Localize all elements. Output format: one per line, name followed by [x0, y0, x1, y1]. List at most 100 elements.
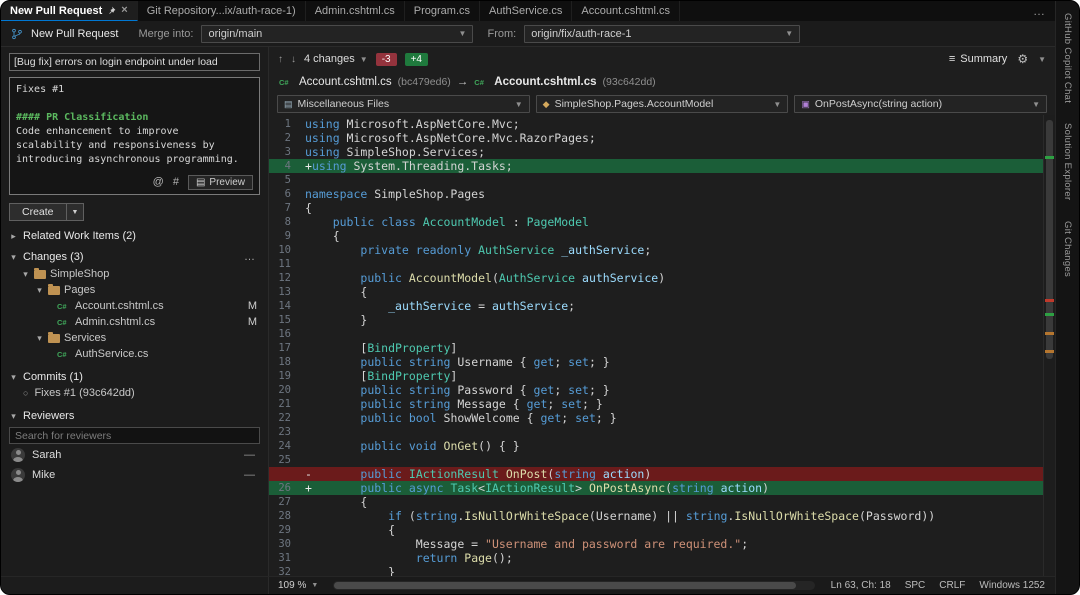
tab-program-cs[interactable]: Program.cs [405, 1, 480, 21]
code-line[interactable]: 13 { [269, 285, 1043, 299]
code-line[interactable]: 21 public string Message { get; set; } [269, 397, 1043, 411]
tab-account-cshtml-cs[interactable]: Account.cshtml.cs [572, 1, 680, 21]
code-line[interactable]: 8 public class AccountModel : PageModel [269, 215, 1043, 229]
editor-scrollbar[interactable] [1043, 115, 1055, 576]
code-line[interactable]: 2using Microsoft.AspNetCore.Mvc.RazorPag… [269, 131, 1043, 145]
encoding-indicator[interactable]: Windows 1252 [979, 580, 1045, 591]
section-reviewers[interactable]: ▾ Reviewers [9, 410, 260, 422]
create-button[interactable]: Create [9, 203, 67, 221]
chevron-down-icon[interactable]: ▼ [1038, 55, 1046, 64]
csharp-file-icon: C# [57, 302, 71, 311]
pin-icon[interactable] [107, 6, 116, 15]
chevron-down-icon: ▾ [9, 252, 18, 263]
code-line[interactable]: 18 public string Username { get; set; } [269, 355, 1043, 369]
code-lines[interactable]: 1using Microsoft.AspNetCore.Mvc;2using M… [269, 115, 1043, 576]
tool-tab-git-changes[interactable]: Git Changes [1062, 221, 1073, 277]
code-line[interactable]: 1using Microsoft.AspNetCore.Mvc; [269, 117, 1043, 131]
from-dropdown[interactable]: origin/fix/auth-race-1 ▼ [524, 25, 800, 43]
remove-reviewer-button[interactable]: — [244, 469, 260, 481]
next-change-icon[interactable]: ↓ [291, 54, 296, 65]
tab-admin-cshtml-cs[interactable]: Admin.cshtml.cs [306, 1, 405, 21]
code-line-added[interactable]: 26+ public async Task<IActionResult> OnP… [269, 481, 1043, 495]
previous-change-icon[interactable]: ↑ [278, 54, 283, 65]
changes-dropdown[interactable]: 4 changes ▼ [304, 53, 368, 65]
tab-overflow-button[interactable]: … [1023, 1, 1055, 21]
code-line[interactable]: 14 _authService = authService; [269, 299, 1043, 313]
horizontal-scrollbar-thumb[interactable] [334, 582, 796, 589]
horizontal-scrollbar[interactable] [333, 581, 814, 590]
code-line[interactable]: 30 Message = "Username and password are … [269, 537, 1043, 551]
line-number: 25 [269, 453, 305, 467]
tab-authservice-cs[interactable]: AuthService.cs [480, 1, 572, 21]
code-line[interactable]: 25 [269, 453, 1043, 467]
code-line[interactable]: 23 [269, 425, 1043, 439]
code-line[interactable]: 5 [269, 173, 1043, 187]
tool-tab-github-copilot-chat[interactable]: GitHub Copilot Chat [1062, 13, 1073, 103]
summary-button[interactable]: ≡ Summary [949, 53, 1007, 65]
chevron-down-icon: ▼ [1032, 100, 1040, 109]
code-line[interactable]: 6namespace SimpleShop.Pages [269, 187, 1043, 201]
section-changes[interactable]: ▾ Changes (3) … [9, 251, 260, 263]
reviewer-row-sarah[interactable]: Sarah — [9, 446, 260, 464]
code-line[interactable]: 17 [BindProperty] [269, 341, 1043, 355]
code-line[interactable]: 11 [269, 257, 1043, 271]
code-line[interactable]: 15 } [269, 313, 1043, 327]
cursor-position-indicator[interactable]: Ln 63, Ch: 18 [831, 580, 891, 591]
tab-git-repository[interactable]: Git Repository...ix/auth-race-1) [138, 1, 306, 21]
code-line[interactable]: 22 public bool ShowWelcome { get; set; } [269, 411, 1043, 425]
code-line-added[interactable]: 4+using System.Threading.Tasks; [269, 159, 1043, 173]
code-text: public string Username { get; set; } [305, 355, 610, 369]
changes-menu-button[interactable]: … [244, 251, 260, 263]
tree-item-pages[interactable]: ▾ Pages [9, 282, 260, 298]
section-commits[interactable]: ▾ Commits (1) [9, 371, 260, 383]
code-text: public void OnGet() { } [305, 439, 520, 453]
code-line[interactable]: 16 [269, 327, 1043, 341]
tab-label: Git Repository...ix/auth-race-1) [147, 5, 296, 17]
code-line[interactable]: 10 private readonly AuthService _authSer… [269, 243, 1043, 257]
zoom-control[interactable]: 109 % ▼ [269, 580, 327, 591]
remove-reviewer-button[interactable]: — [244, 449, 260, 461]
workitem-icon[interactable]: # [173, 177, 179, 188]
tab-new-pull-request[interactable]: New Pull Request × [1, 1, 138, 21]
reviewer-row-mike[interactable]: Mike — [9, 466, 260, 484]
chevron-down-icon: ▾ [21, 269, 30, 280]
line-ending-indicator[interactable]: CRLF [939, 580, 965, 591]
code-line[interactable]: 28 if (string.IsNullOrWhiteSpace(Usernam… [269, 509, 1043, 523]
commit-item[interactable]: ○ Fixes #1 (93c642dd) [9, 385, 260, 401]
code-line[interactable]: 32 } [269, 565, 1043, 576]
project-dropdown[interactable]: ▤ Miscellaneous Files ▼ [277, 95, 530, 113]
code-line[interactable]: 3using SimpleShop.Services; [269, 145, 1043, 159]
pr-title-input[interactable] [9, 53, 260, 71]
code-line[interactable]: 19 [BindProperty] [269, 369, 1043, 383]
type-dropdown[interactable]: ◆ SimpleShop.Pages.AccountModel ▼ [536, 95, 789, 113]
code-line[interactable]: 20 public string Password { get; set; } [269, 383, 1043, 397]
member-dropdown[interactable]: ▣ OnPostAsync(string action) ▼ [794, 95, 1047, 113]
line-number: 29 [269, 523, 305, 537]
code-line[interactable]: 27 { [269, 495, 1043, 509]
code-line[interactable]: 7{ [269, 201, 1043, 215]
insert-mode-indicator[interactable]: SPC [905, 580, 926, 591]
gear-icon[interactable]: ⚙ [1017, 52, 1028, 66]
pr-description-editor[interactable]: Fixes #1 #### PR Classification Code enh… [9, 77, 260, 195]
description-line [16, 97, 253, 111]
close-icon[interactable]: × [121, 5, 127, 16]
reviewer-search-input[interactable] [9, 427, 260, 444]
code-line[interactable]: 31 return Page(); [269, 551, 1043, 565]
tree-item-simpleshop[interactable]: ▾ SimpleShop [9, 266, 260, 282]
tree-item-account-cshtml-cs[interactable]: C# Account.cshtml.cs M [9, 298, 260, 314]
preview-button[interactable]: ▤ Preview [188, 175, 253, 190]
code-line[interactable]: 9 { [269, 229, 1043, 243]
tool-tab-solution-explorer[interactable]: Solution Explorer [1062, 123, 1073, 200]
tree-item-services[interactable]: ▾ Services [9, 330, 260, 346]
tree-item-authservice-cs[interactable]: C# AuthService.cs [9, 346, 260, 362]
code-line[interactable]: 24 public void OnGet() { } [269, 439, 1043, 453]
code-text: public class AccountModel : PageModel [305, 215, 589, 229]
section-related-work-items[interactable]: ▸ Related Work Items (2) [9, 230, 260, 242]
code-line-removed[interactable]: - public IActionResult OnPost(string act… [269, 467, 1043, 481]
merge-into-dropdown[interactable]: origin/main ▼ [201, 25, 473, 43]
code-line[interactable]: 29 { [269, 523, 1043, 537]
code-line[interactable]: 12 public AccountModel(AuthService authS… [269, 271, 1043, 285]
mention-icon[interactable]: @ [153, 177, 164, 188]
tree-item-admin-cshtml-cs[interactable]: C# Admin.cshtml.cs M [9, 314, 260, 330]
create-dropdown-button[interactable]: ▼ [67, 203, 85, 221]
